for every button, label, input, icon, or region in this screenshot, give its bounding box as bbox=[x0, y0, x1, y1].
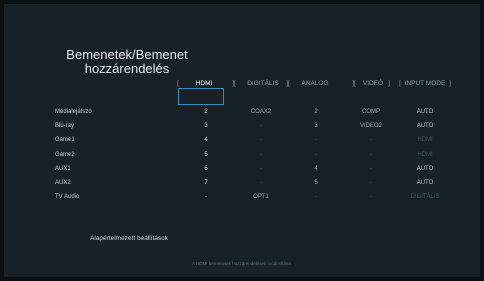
table-row[interactable]: TV Audio - OPT1 - - DIGITÁLIS bbox=[4, 192, 480, 206]
table-row[interactable]: Médialejátszó 2 COAX2 2 COMP AUTO bbox=[4, 107, 480, 121]
cell-analog[interactable]: - bbox=[315, 192, 317, 202]
bracket-separator: ][ bbox=[352, 80, 356, 87]
cell-video[interactable]: - bbox=[370, 178, 372, 188]
bracket-open: [ bbox=[399, 80, 401, 87]
page-title-line2: hozzárendelés bbox=[84, 61, 170, 76]
cell-analog[interactable]: 2 bbox=[314, 107, 317, 117]
reset-defaults-button[interactable]: Alapértelmezett beállítások bbox=[90, 234, 168, 244]
row-input-name: AUX2 bbox=[55, 179, 71, 186]
cell-video[interactable]: - bbox=[370, 135, 372, 145]
cell-video[interactable]: - bbox=[370, 164, 372, 174]
cell-video[interactable]: - bbox=[370, 150, 372, 160]
cell-input-mode[interactable]: AUTO bbox=[417, 164, 434, 174]
cell-hdmi[interactable]: 5 bbox=[204, 150, 207, 160]
tab-input-mode[interactable]: INPUT MODE bbox=[405, 79, 446, 89]
row-input-name: Game1 bbox=[55, 137, 75, 144]
cell-input-mode[interactable]: HDMI bbox=[417, 135, 432, 145]
selection-cursor bbox=[178, 88, 224, 105]
cell-digital[interactable]: - bbox=[260, 164, 262, 174]
bracket-separator: ][ bbox=[232, 80, 236, 87]
tab-analog[interactable]: ANALOG bbox=[301, 79, 328, 89]
table-row[interactable]: Game1 4 - - - HDMI bbox=[4, 135, 480, 149]
column-header-row: [ HDMI ][ DIGITÁLIS ][ ANALOG ][ VIDEÓ ]… bbox=[4, 79, 480, 91]
cell-input-mode[interactable]: AUTO bbox=[417, 107, 434, 117]
cell-input-mode[interactable]: HDMI bbox=[417, 150, 432, 160]
cell-hdmi[interactable]: 7 bbox=[204, 178, 207, 188]
row-input-name: Game2 bbox=[55, 151, 75, 158]
bracket-close: ] bbox=[388, 80, 390, 87]
cell-analog[interactable]: 5 bbox=[314, 178, 317, 188]
setup-screen: Bemenetek/Bemenet hozzárendelés [ HDMI ]… bbox=[4, 4, 480, 277]
cell-input-mode[interactable]: AUTO bbox=[417, 121, 434, 131]
cell-analog[interactable]: 3 bbox=[314, 121, 317, 131]
bracket-separator: ][ bbox=[286, 80, 290, 87]
cell-hdmi[interactable]: - bbox=[205, 192, 207, 202]
cell-digital[interactable]: COAX2 bbox=[251, 107, 271, 117]
cell-video[interactable]: - bbox=[370, 192, 372, 202]
cell-digital[interactable]: OPT1 bbox=[253, 192, 269, 202]
cell-digital[interactable]: - bbox=[260, 150, 262, 160]
tab-video[interactable]: VIDEÓ bbox=[363, 79, 383, 89]
cell-hdmi[interactable]: 2 bbox=[204, 107, 207, 117]
cell-hdmi[interactable]: 4 bbox=[204, 135, 207, 145]
row-input-name: TV Audio bbox=[55, 194, 80, 201]
cell-input-mode[interactable]: DIGITÁLIS bbox=[410, 192, 439, 202]
cell-digital[interactable]: - bbox=[260, 135, 262, 145]
cell-analog[interactable]: - bbox=[315, 150, 317, 160]
cell-analog[interactable]: 4 bbox=[314, 164, 317, 174]
bracket-close: ] bbox=[449, 80, 451, 87]
cell-digital[interactable]: - bbox=[260, 121, 262, 131]
help-hint: A HDMI bemenetek hozzárendelések módosít… bbox=[191, 261, 293, 266]
tab-digital[interactable]: DIGITÁLIS bbox=[247, 79, 278, 89]
cell-video[interactable]: VIDEO2 bbox=[360, 121, 382, 131]
table-row[interactable]: Blu-ray 3 - 3 VIDEO2 AUTO bbox=[4, 121, 480, 135]
table-row[interactable]: AUX2 7 - 5 - AUTO bbox=[4, 178, 480, 192]
cell-analog[interactable]: - bbox=[315, 135, 317, 145]
row-input-name: Médialejátszó bbox=[55, 109, 92, 115]
cell-digital[interactable]: - bbox=[260, 178, 262, 188]
assignment-table: Médialejátszó 2 COAX2 2 COMP AUTO Blu-ra… bbox=[4, 107, 480, 206]
table-row[interactable]: Game2 5 - - - HDMI bbox=[4, 150, 480, 164]
table-row[interactable]: AUX1 6 - 4 - AUTO bbox=[4, 164, 480, 178]
row-input-name: Blu-ray bbox=[55, 123, 75, 130]
cell-input-mode[interactable]: AUTO bbox=[417, 178, 434, 188]
cell-video[interactable]: COMP bbox=[362, 107, 380, 117]
page-title: Bemenetek/Bemenet hozzárendelés bbox=[4, 48, 250, 76]
row-input-name: AUX1 bbox=[55, 165, 71, 172]
page-title-line1: Bemenetek/Bemenet bbox=[66, 47, 188, 62]
cell-hdmi[interactable]: 6 bbox=[204, 164, 207, 174]
cell-hdmi[interactable]: 3 bbox=[204, 121, 207, 131]
